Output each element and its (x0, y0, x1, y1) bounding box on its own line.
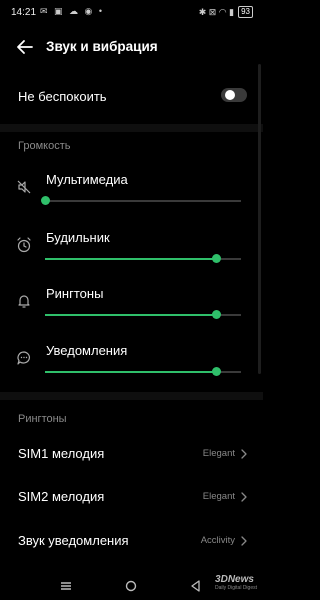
system-icons: ✱ ⊠ ◠ ▮ 93 (199, 6, 253, 18)
speaker-muted-icon (15, 178, 33, 196)
message-bubble-icon (15, 349, 33, 367)
volume-label: Рингтоны (46, 286, 104, 301)
dnd-row[interactable]: Не беспокоить (0, 78, 263, 114)
page-title: Звук и вибрация (46, 39, 158, 54)
notification-icons: ✉ ▣ ☁ ◉ • (40, 6, 105, 16)
slider-fill (45, 314, 216, 316)
slider-thumb[interactable] (41, 196, 50, 205)
volume-slider[interactable] (45, 253, 241, 265)
volume-item: Мультимедиа (0, 164, 263, 220)
toggle-knob (225, 90, 235, 100)
ringtone-value: Elegant (202, 448, 235, 459)
volume-slider[interactable] (45, 309, 241, 321)
status-time: 14:21 (11, 7, 37, 18)
volume-item: Рингтоны (0, 278, 263, 334)
chevron-right-icon (239, 490, 249, 502)
bluetooth-wifi-signal-icons: ✱ ⊠ ◠ ▮ (198, 6, 235, 17)
slider-fill (45, 258, 216, 260)
alarm-clock-icon (15, 236, 33, 254)
volume-label: Мультимедиа (46, 172, 128, 187)
watermark-tagline: Daily Digital Digest (215, 585, 257, 591)
ringtone-row[interactable]: Звук уведомления Acclivity (0, 520, 263, 564)
ringtone-value: Acclivity (200, 535, 235, 546)
ringtone-value: Elegant (202, 491, 235, 502)
slider-fill (45, 371, 216, 373)
chevron-right-icon (239, 447, 249, 459)
ringtone-row[interactable]: SIM2 мелодия Elegant (0, 476, 263, 520)
back-triangle-icon[interactable] (188, 578, 204, 594)
status-bar: 14:21 ✉ ▣ ☁ ◉ • ✱ ⊠ ◠ ▮ 93 (0, 0, 263, 26)
ringtone-label: SIM2 мелодия (18, 489, 105, 504)
ringtones-section-title: Рингтоны (18, 413, 67, 425)
divider (0, 124, 263, 132)
volume-item: Уведомления (0, 335, 263, 391)
watermark-logo: 3DNews Daily Digital Digest (215, 574, 257, 591)
watermark-brand: 3DNews (215, 574, 254, 585)
chevron-right-icon (239, 534, 249, 546)
header: Звук и вибрация (0, 30, 263, 64)
volume-slider[interactable] (41, 195, 241, 207)
ringtone-row[interactable]: SIM1 мелодия Elegant (0, 433, 263, 477)
volume-section-title: Громкость (18, 140, 71, 152)
ringtone-label: SIM1 мелодия (18, 446, 105, 461)
battery-icon: 93 (238, 6, 253, 18)
home-icon[interactable] (123, 578, 139, 594)
slider-thumb[interactable] (211, 367, 221, 376)
volume-label: Уведомления (46, 343, 128, 358)
dnd-label: Не беспокоить (18, 89, 107, 104)
dnd-toggle[interactable] (221, 88, 247, 102)
scrollbar[interactable] (258, 64, 261, 374)
divider (0, 392, 263, 400)
volume-label: Будильник (46, 230, 110, 245)
back-arrow-icon[interactable] (14, 36, 36, 58)
menu-icon[interactable] (58, 578, 74, 594)
slider-thumb[interactable] (211, 310, 221, 319)
slider-thumb[interactable] (211, 254, 221, 263)
slider-track (45, 200, 241, 202)
bell-icon (15, 292, 33, 310)
volume-item: Будильник (0, 222, 263, 278)
volume-slider[interactable] (45, 366, 241, 378)
navigation-bar: 3DNews Daily Digital Digest (0, 572, 263, 600)
ringtone-label: Звук уведомления (18, 533, 129, 548)
